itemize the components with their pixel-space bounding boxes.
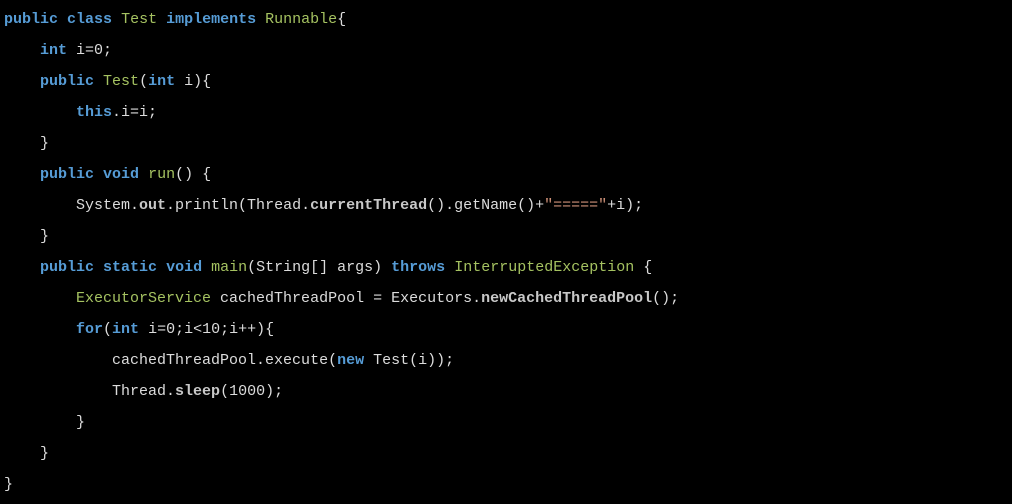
keyword-void: void — [103, 166, 139, 183]
keyword-for: for — [76, 321, 103, 338]
println-call: .println(Thread. — [166, 197, 310, 214]
indent — [4, 104, 76, 121]
indent — [4, 290, 76, 307]
sleep-arg: (1000); — [220, 383, 283, 400]
brace: } — [40, 228, 49, 245]
var-assign: cachedThreadPool = Executors. — [211, 290, 481, 307]
code-block: public class Test implements Runnable{ i… — [0, 0, 1012, 504]
paren-brace: () { — [175, 166, 211, 183]
indent — [4, 228, 40, 245]
constructor-name: Test — [103, 73, 139, 90]
indent — [4, 42, 40, 59]
args: (String[] args) — [247, 259, 391, 276]
method-name: run — [148, 166, 175, 183]
loop-cond: i=0;i<10;i++){ — [139, 321, 274, 338]
keyword-public: public — [4, 11, 58, 28]
brace: { — [337, 11, 346, 28]
indent — [4, 197, 76, 214]
keyword-implements: implements — [166, 11, 256, 28]
string-literal: "=====" — [544, 197, 607, 214]
paren-brace: i){ — [175, 73, 211, 90]
paren: ( — [103, 321, 112, 338]
brace: } — [4, 476, 13, 493]
getname-call: ().getName()+ — [427, 197, 544, 214]
out-field: out — [139, 197, 166, 214]
factory-method: newCachedThreadPool — [481, 290, 652, 307]
brace: } — [40, 445, 49, 462]
indent — [4, 73, 40, 90]
assignment: .i=i; — [112, 104, 157, 121]
type-name: ExecutorService — [76, 290, 211, 307]
call-end: (); — [652, 290, 679, 307]
interface-name: Runnable — [265, 11, 337, 28]
brace: { — [634, 259, 652, 276]
current-thread: currentThread — [310, 197, 427, 214]
method-name: main — [211, 259, 247, 276]
indent — [4, 321, 76, 338]
keyword-void: void — [166, 259, 202, 276]
keyword-class: class — [67, 11, 112, 28]
keyword-public: public — [40, 259, 94, 276]
execute-call: cachedThreadPool.execute( — [112, 352, 337, 369]
keyword-throws: throws — [391, 259, 445, 276]
new-test: Test(i)); — [364, 352, 454, 369]
class-name: Test — [121, 11, 157, 28]
keyword-public: public — [40, 73, 94, 90]
indent — [4, 414, 76, 431]
keyword-public: public — [40, 166, 94, 183]
indent — [4, 445, 40, 462]
keyword-this: this — [76, 104, 112, 121]
indent — [4, 259, 40, 276]
indent — [4, 135, 40, 152]
sleep-method: sleep — [175, 383, 220, 400]
keyword-int: int — [40, 42, 67, 59]
keyword-static: static — [103, 259, 157, 276]
system: System. — [76, 197, 139, 214]
keyword-int: int — [112, 321, 139, 338]
brace: } — [76, 414, 85, 431]
keyword-new: new — [337, 352, 364, 369]
brace: } — [40, 135, 49, 152]
paren: ( — [139, 73, 148, 90]
indent — [4, 166, 40, 183]
keyword-int: int — [148, 73, 175, 90]
indent — [4, 352, 112, 369]
concat-end: +i); — [607, 197, 643, 214]
exception-type: InterruptedException — [454, 259, 634, 276]
thread-class: Thread. — [112, 383, 175, 400]
var-decl: i=0; — [67, 42, 112, 59]
indent — [4, 383, 112, 400]
